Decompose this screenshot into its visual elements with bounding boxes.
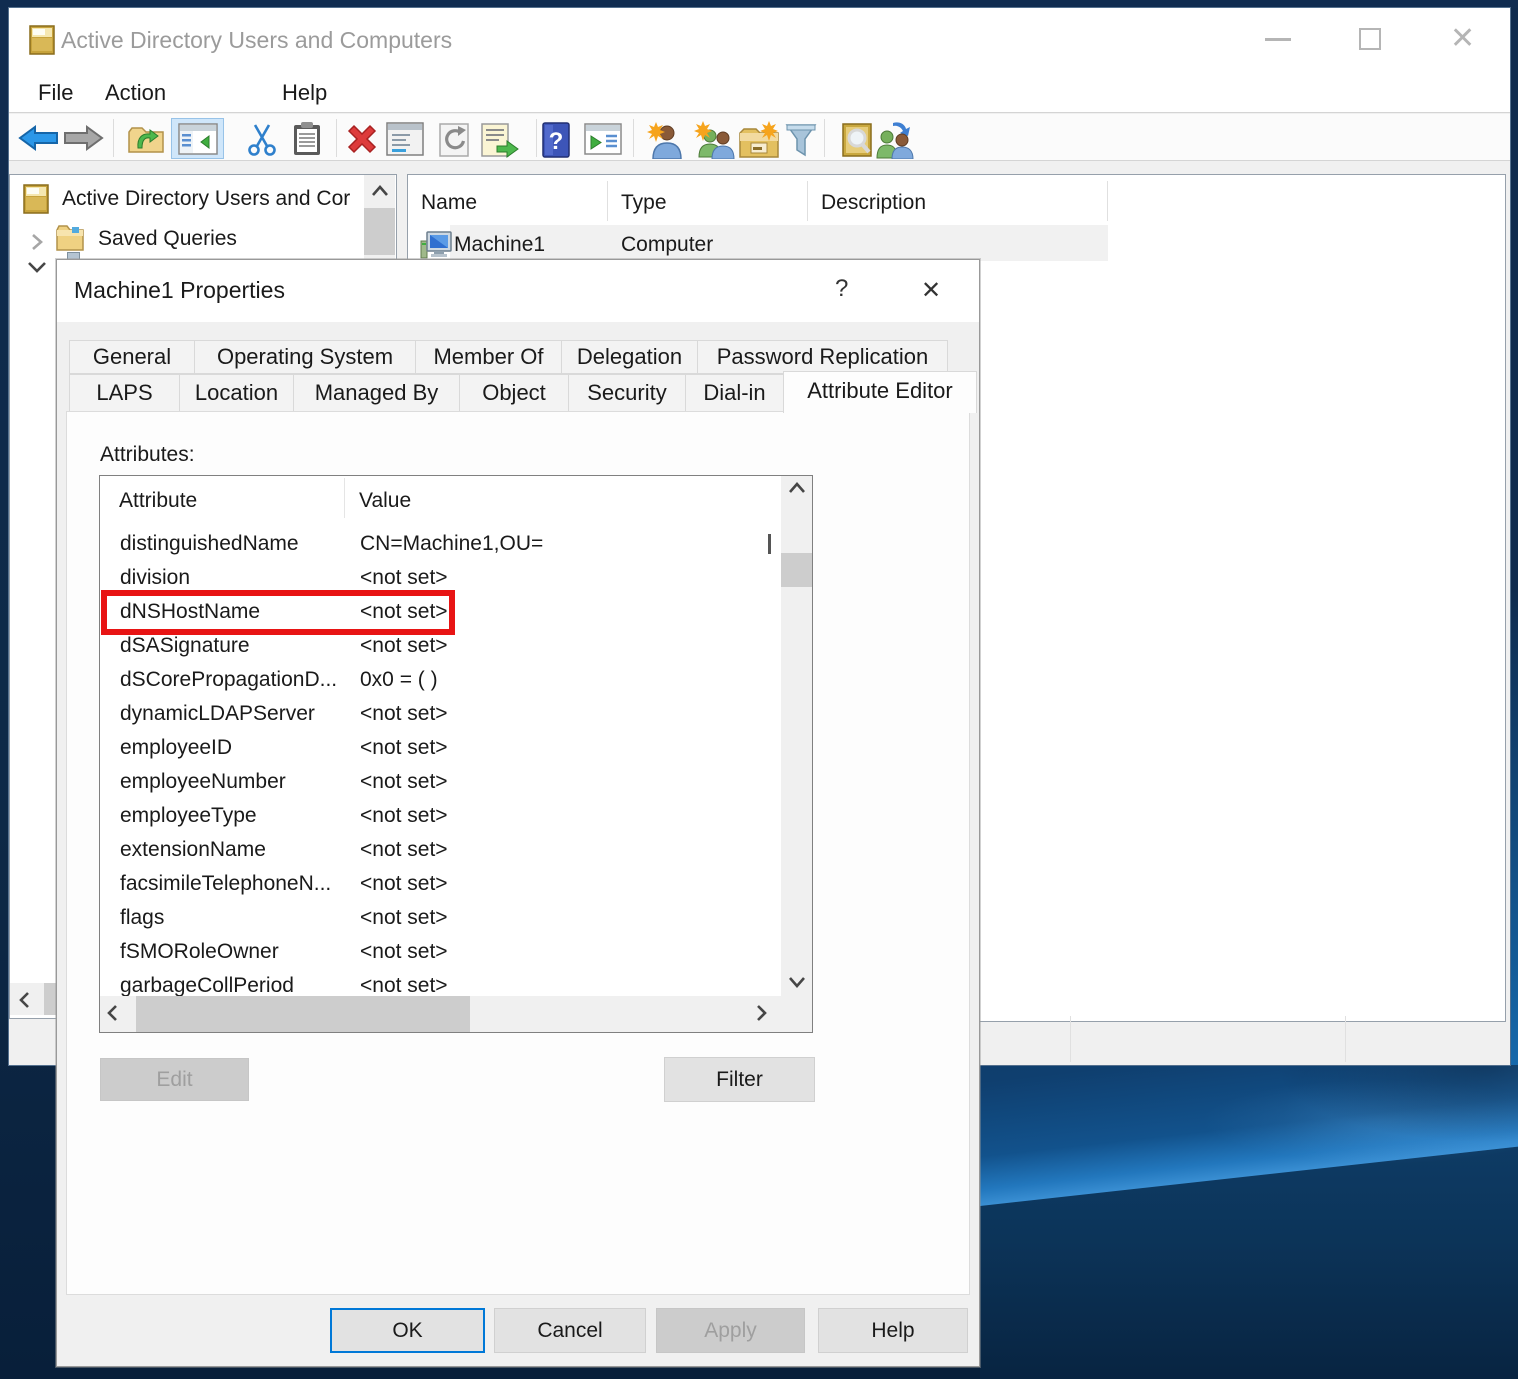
svg-text:?: ?	[549, 128, 564, 155]
